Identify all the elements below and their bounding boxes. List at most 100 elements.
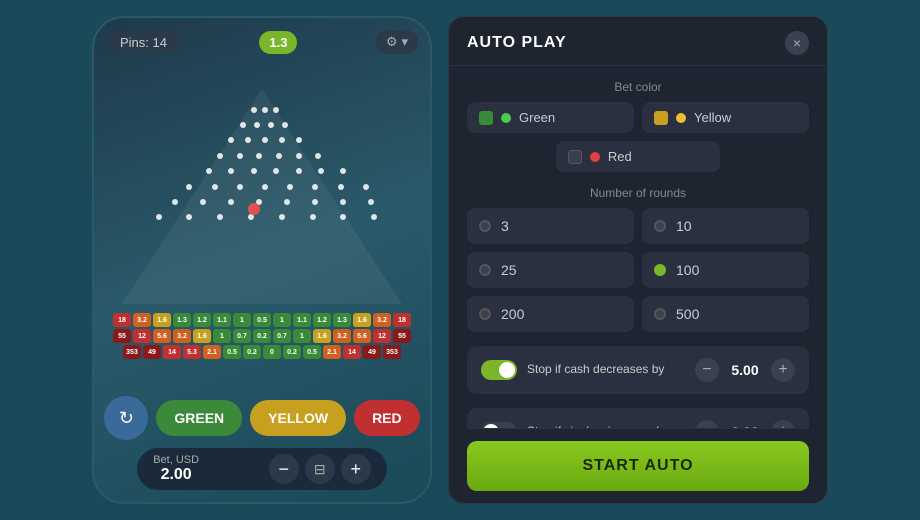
yellow-checkbox[interactable] xyxy=(654,111,668,125)
bet-plus-button[interactable]: + xyxy=(341,454,371,484)
stop-cash-row: Stop if cash decreases by − 5.00 + xyxy=(467,346,809,394)
score-cell: 1.6 xyxy=(353,313,371,327)
green-dot xyxy=(501,113,511,123)
panel-footer: START AUTO xyxy=(449,429,827,503)
stop-cash-input-group: − 5.00 + xyxy=(695,358,795,382)
close-button[interactable]: × xyxy=(785,31,809,55)
score-cell: 18 xyxy=(393,313,411,327)
color-option-green[interactable]: Green xyxy=(467,102,634,133)
score-cell: 1.2 xyxy=(193,313,211,327)
round-radio-500[interactable] xyxy=(654,308,666,320)
green-checkbox[interactable] xyxy=(479,111,493,125)
red-button[interactable]: RED xyxy=(354,400,420,436)
yellow-label: Yellow xyxy=(694,110,731,125)
game-area: 18 3.2 1.6 1.3 1.2 1.1 1 0.5 1 1.1 1.2 1… xyxy=(106,62,418,388)
pins-badge: Pins: 14 xyxy=(106,31,181,54)
stop-cash-label: Stop if cash decreases by xyxy=(527,362,685,378)
panel-title: AUTO PLAY xyxy=(467,34,567,52)
start-auto-button[interactable]: START AUTO xyxy=(467,441,809,491)
bet-value: 2.00 xyxy=(161,466,192,484)
bet-minus-button[interactable]: − xyxy=(269,454,299,484)
score-cell: 1 xyxy=(293,329,311,343)
score-cell: 1 xyxy=(213,329,231,343)
stop-win-plus[interactable]: + xyxy=(771,420,795,428)
stop-win-minus[interactable]: − xyxy=(695,420,719,428)
bet-label: Bet, USD 2.00 xyxy=(153,454,199,484)
score-cell: 1.1 xyxy=(213,313,231,327)
bet-controls: − ⊟ + xyxy=(269,454,371,484)
yellow-button[interactable]: YELLOW xyxy=(250,400,346,436)
main-container: Pins: 14 1.3 ⚙ ▾ xyxy=(0,0,920,520)
panel-body: Bet color Green Yellow xyxy=(449,66,827,428)
bet-row: Bet, USD 2.00 − ⊟ + xyxy=(137,448,387,490)
round-option-500[interactable]: 500 xyxy=(642,296,809,332)
bet-color-grid: Green Yellow xyxy=(467,102,809,133)
score-cell: 3.2 xyxy=(133,313,151,327)
score-row-3: 353 49 14 5.3 2.1 0.5 0.2 0 0.2 0.5 2.1 … xyxy=(106,345,418,359)
refresh-button[interactable]: ↻ xyxy=(104,396,148,440)
score-cell: 5.6 xyxy=(353,329,371,343)
score-cell: 1.6 xyxy=(153,313,171,327)
round-value-500: 500 xyxy=(676,306,699,322)
score-cell: 0.2 xyxy=(283,345,301,359)
stop-cash-minus[interactable]: − xyxy=(695,358,719,382)
stack-button[interactable]: ⊟ xyxy=(305,454,335,484)
round-option-100[interactable]: 100 xyxy=(642,252,809,288)
score-cell: 2.1 xyxy=(323,345,341,359)
stop-win-toggle[interactable] xyxy=(481,422,517,428)
color-buttons: ↻ GREEN YELLOW RED xyxy=(104,396,419,440)
toggle-knob xyxy=(499,362,515,378)
score-cell: 353 xyxy=(123,345,141,359)
score-cell: 14 xyxy=(163,345,181,359)
round-radio-10[interactable] xyxy=(654,220,666,232)
rounds-grid: 3 10 25 100 xyxy=(467,208,809,332)
round-radio-200[interactable] xyxy=(479,308,491,320)
score-cell: 49 xyxy=(143,345,161,359)
settings-button[interactable]: ⚙ ▾ xyxy=(376,30,418,54)
score-cell: 0.2 xyxy=(243,345,261,359)
color-option-red[interactable]: Red xyxy=(556,141,720,172)
round-radio-3[interactable] xyxy=(479,220,491,232)
score-cell: 0.7 xyxy=(233,329,251,343)
score-cell: 12 xyxy=(133,329,151,343)
round-radio-100[interactable] xyxy=(654,264,666,276)
stop-cash-toggle[interactable] xyxy=(481,360,517,380)
round-option-200[interactable]: 200 xyxy=(467,296,634,332)
stop-win-input-group: − 0.00 + xyxy=(695,420,795,428)
score-cell: 5.6 xyxy=(153,329,171,343)
score-cell: 3.2 xyxy=(333,329,351,343)
score-cell: 0.7 xyxy=(273,329,291,343)
round-value-25: 25 xyxy=(501,262,517,278)
gear-icon: ⚙ xyxy=(386,34,398,50)
red-checkbox[interactable] xyxy=(568,150,582,164)
round-value-200: 200 xyxy=(501,306,524,322)
stop-cash-plus[interactable]: + xyxy=(771,358,795,382)
green-button[interactable]: GREEN xyxy=(156,400,242,436)
green-label: Green xyxy=(519,110,555,125)
score-cell: 3.2 xyxy=(373,313,391,327)
toggle-knob-2 xyxy=(483,424,499,428)
score-cell: 1.1 xyxy=(293,313,311,327)
score-cell: 353 xyxy=(383,345,401,359)
color-option-yellow[interactable]: Yellow xyxy=(642,102,809,133)
round-value-10: 10 xyxy=(676,218,692,234)
rounds-label: Number of rounds xyxy=(467,186,809,200)
round-value-3: 3 xyxy=(501,218,509,234)
score-cell: 1.2 xyxy=(313,313,331,327)
round-option-3[interactable]: 3 xyxy=(467,208,634,244)
panel-header: AUTO PLAY × xyxy=(449,17,827,66)
red-dot xyxy=(590,152,600,162)
red-label: Red xyxy=(608,149,632,164)
bet-color-row3: Red xyxy=(467,141,809,172)
round-option-25[interactable]: 25 xyxy=(467,252,634,288)
score-cell: 0 xyxy=(263,345,281,359)
round-option-10[interactable]: 10 xyxy=(642,208,809,244)
yellow-dot xyxy=(676,113,686,123)
score-cell: 1.6 xyxy=(313,329,331,343)
round-radio-25[interactable] xyxy=(479,264,491,276)
score-cell: 49 xyxy=(363,345,381,359)
multiplier-badge: 1.3 xyxy=(259,31,297,54)
score-cell: 1.6 xyxy=(193,329,211,343)
score-rows: 18 3.2 1.6 1.3 1.2 1.1 1 0.5 1 1.1 1.2 1… xyxy=(106,313,418,361)
score-cell: 3.2 xyxy=(173,329,191,343)
